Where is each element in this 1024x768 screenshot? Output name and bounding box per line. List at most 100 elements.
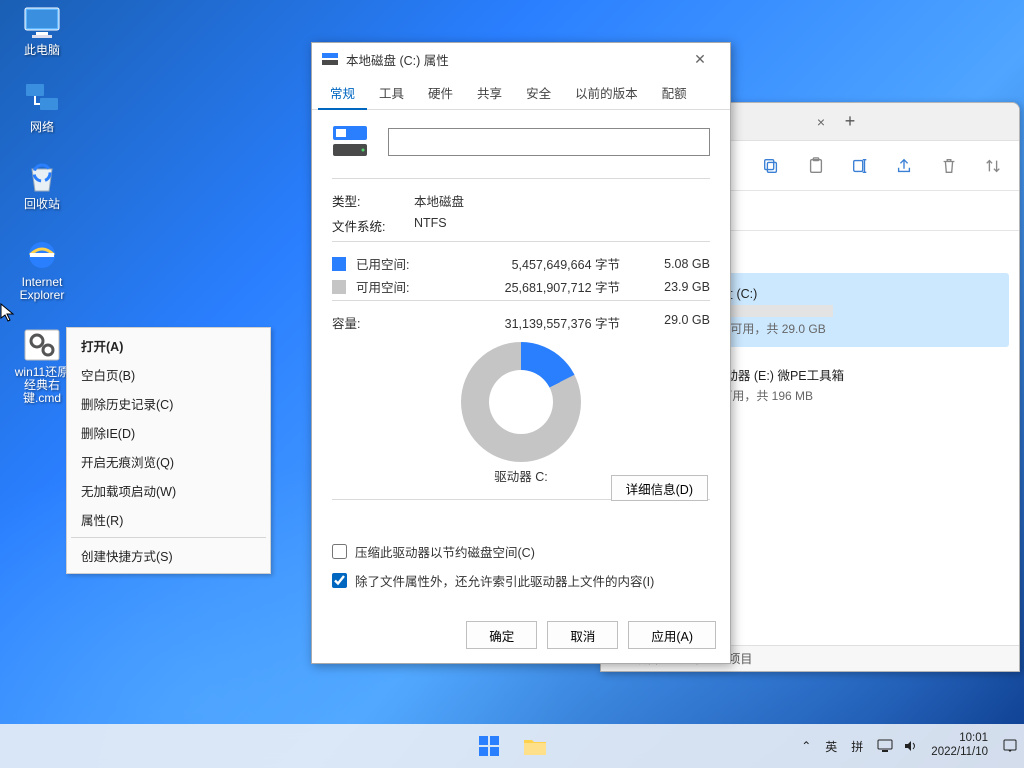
desktop-icon-label: 回收站 xyxy=(24,198,60,211)
ime-indicator[interactable]: 英 xyxy=(825,738,837,755)
ime-mode-indicator[interactable]: 拼 xyxy=(851,738,863,755)
value-filesystem: NTFS xyxy=(414,216,710,235)
sort-icon[interactable] xyxy=(983,155,1003,177)
checkbox-index[interactable]: 除了文件属性外，还允许索引此驱动器上文件的内容(I) xyxy=(332,571,710,590)
menu-item-delete-history[interactable]: 删除历史记录(C) xyxy=(69,389,268,418)
menu-item-inprivate[interactable]: 开启无痕浏览(Q) xyxy=(69,447,268,476)
menu-item-properties[interactable]: 属性(R) xyxy=(69,505,268,534)
tab-quota[interactable]: 配额 xyxy=(650,75,699,109)
menu-item-blank-page[interactable]: 空白页(B) xyxy=(69,360,268,389)
taskbar-explorer-button[interactable] xyxy=(516,727,554,765)
dialog-titlebar[interactable]: 本地磁盘 (C:) 属性 ✕ xyxy=(312,43,730,75)
drive-label-input[interactable] xyxy=(388,128,710,156)
share-icon[interactable] xyxy=(894,155,914,177)
properties-tabs: 常规 工具 硬件 共享 安全 以前的版本 配额 xyxy=(312,75,730,110)
tab-hardware[interactable]: 硬件 xyxy=(416,75,465,109)
display-icon xyxy=(877,739,893,753)
desktop-icon-label: Internet Explorer xyxy=(12,276,72,302)
tab-share[interactable]: 共享 xyxy=(465,75,514,109)
paste-icon[interactable] xyxy=(805,155,825,177)
dialog-buttons: 确定 取消 应用(A) xyxy=(312,611,730,663)
ok-button[interactable]: 确定 xyxy=(466,621,537,649)
drive-name: DVD 驱动器 (E:) 微PE工具箱 xyxy=(683,365,1003,384)
desktop-icon-this-pc[interactable]: 此电脑 xyxy=(12,5,72,57)
tab-this-pc[interactable]: × xyxy=(741,103,831,140)
desktop-icon-network[interactable]: 网络 xyxy=(12,82,72,134)
close-button[interactable]: ✕ xyxy=(680,43,720,75)
value-used-bytes: 5,457,649,664 字节 xyxy=(430,254,640,273)
desktop-icon-internet-explorer[interactable]: Internet Explorer xyxy=(12,237,72,302)
separator xyxy=(332,241,710,242)
value-capacity-bytes: 31,139,557,376 字节 xyxy=(430,313,640,332)
tray-overflow-icon[interactable]: ⌃ xyxy=(801,739,811,753)
dialog-title: 本地磁盘 (C:) 属性 xyxy=(346,50,449,69)
menu-separator xyxy=(71,537,266,538)
recycle-bin-icon xyxy=(22,159,62,195)
tab-security[interactable]: 安全 xyxy=(514,75,563,109)
ie-icon xyxy=(22,237,62,273)
desktop-icon-label: win11还原经典右键.cmd xyxy=(12,366,72,406)
label-filesystem: 文件系统: xyxy=(332,216,414,235)
properties-body: 类型:本地磁盘 文件系统:NTFS 已用空间: 5,457,649,664 字节… xyxy=(312,110,730,611)
swatch-free xyxy=(332,280,346,294)
usage-pie-chart xyxy=(461,342,581,462)
drive-name: 本地磁盘 (C:) xyxy=(683,283,1003,302)
desktop-icon-recycle[interactable]: 回收站 xyxy=(12,159,72,211)
desktop-icon-label: 此电脑 xyxy=(24,44,60,57)
cancel-button[interactable]: 取消 xyxy=(547,621,618,649)
cursor-icon xyxy=(0,303,16,323)
clock-time: 10:01 xyxy=(931,732,988,746)
desktop: 此电脑 网络 回收站 Internet Explorer win11还原经典右键… xyxy=(12,5,72,406)
desktop-icon-cmd-file[interactable]: win11还原经典右键.cmd xyxy=(12,327,72,406)
desktop-icon-label: 网络 xyxy=(30,121,54,134)
taskbar-tray: ⌃ 英 拼 10:01 2022/11/10 xyxy=(801,732,1018,760)
menu-item-open[interactable]: 打开(A) xyxy=(69,331,268,360)
notifications-icon[interactable] xyxy=(1002,738,1018,754)
value-free-bytes: 25,681,907,712 字节 xyxy=(430,277,640,296)
taskbar-clock[interactable]: 10:01 2022/11/10 xyxy=(931,732,988,760)
drive-fs-text: UDF xyxy=(683,407,1003,421)
tab-previous-versions[interactable]: 以前的版本 xyxy=(563,75,650,109)
monitor-icon xyxy=(22,5,62,41)
delete-icon[interactable] xyxy=(938,155,958,177)
copy-icon[interactable] xyxy=(761,155,781,177)
value-free-gb: 23.9 GB xyxy=(640,280,710,294)
value-type: 本地磁盘 xyxy=(414,191,710,210)
volume-icon xyxy=(903,739,917,753)
context-menu: 打开(A) 空白页(B) 删除历史记录(C) 删除IE(D) 开启无痕浏览(Q)… xyxy=(66,327,271,574)
label-used-space: 已用空间: xyxy=(356,254,430,273)
close-icon: ✕ xyxy=(694,51,706,68)
value-used-gb: 5.08 GB xyxy=(640,257,710,271)
checkbox-input[interactable] xyxy=(332,544,347,559)
menu-item-delete-ie[interactable]: 删除IE(D) xyxy=(69,418,268,447)
close-icon[interactable]: × xyxy=(817,114,825,130)
tab-tools[interactable]: 工具 xyxy=(367,75,416,109)
properties-dialog[interactable]: 本地磁盘 (C:) 属性 ✕ 常规 工具 硬件 共享 安全 以前的版本 配额 类… xyxy=(311,42,731,664)
taskbar-center xyxy=(470,727,554,765)
new-tab-button[interactable]: + xyxy=(831,103,869,140)
menu-item-create-shortcut[interactable]: 创建快捷方式(S) xyxy=(69,541,268,570)
label-type: 类型: xyxy=(332,191,414,210)
drive-usage-text: 23.9 GB 可用，共 29.0 GB xyxy=(683,320,1003,337)
start-button[interactable] xyxy=(470,727,508,765)
network-icon xyxy=(22,82,62,118)
menu-item-no-addons[interactable]: 无加载项启动(W) xyxy=(69,476,268,505)
details-button[interactable]: 详细信息(D) xyxy=(611,475,708,501)
drive-icon xyxy=(322,51,338,67)
taskbar[interactable]: ⌃ 英 拼 10:01 2022/11/10 xyxy=(0,724,1024,768)
tab-general[interactable]: 常规 xyxy=(318,75,367,110)
system-icons[interactable] xyxy=(877,739,917,753)
value-capacity-gb: 29.0 GB xyxy=(640,313,710,332)
separator xyxy=(332,178,710,179)
rename-icon[interactable] xyxy=(850,155,870,177)
apply-button[interactable]: 应用(A) xyxy=(628,621,716,649)
clock-date: 2022/11/10 xyxy=(931,746,988,760)
checkbox-compress[interactable]: 压缩此驱动器以节约磁盘空间(C) xyxy=(332,542,710,561)
separator xyxy=(332,300,710,301)
drive-usage-text: 0 字节 可用，共 196 MB xyxy=(683,387,1003,404)
label-capacity: 容量: xyxy=(332,313,430,332)
gears-icon xyxy=(22,327,62,363)
swatch-used xyxy=(332,257,346,271)
checkbox-input[interactable] xyxy=(332,573,347,588)
drive-icon xyxy=(332,124,368,160)
